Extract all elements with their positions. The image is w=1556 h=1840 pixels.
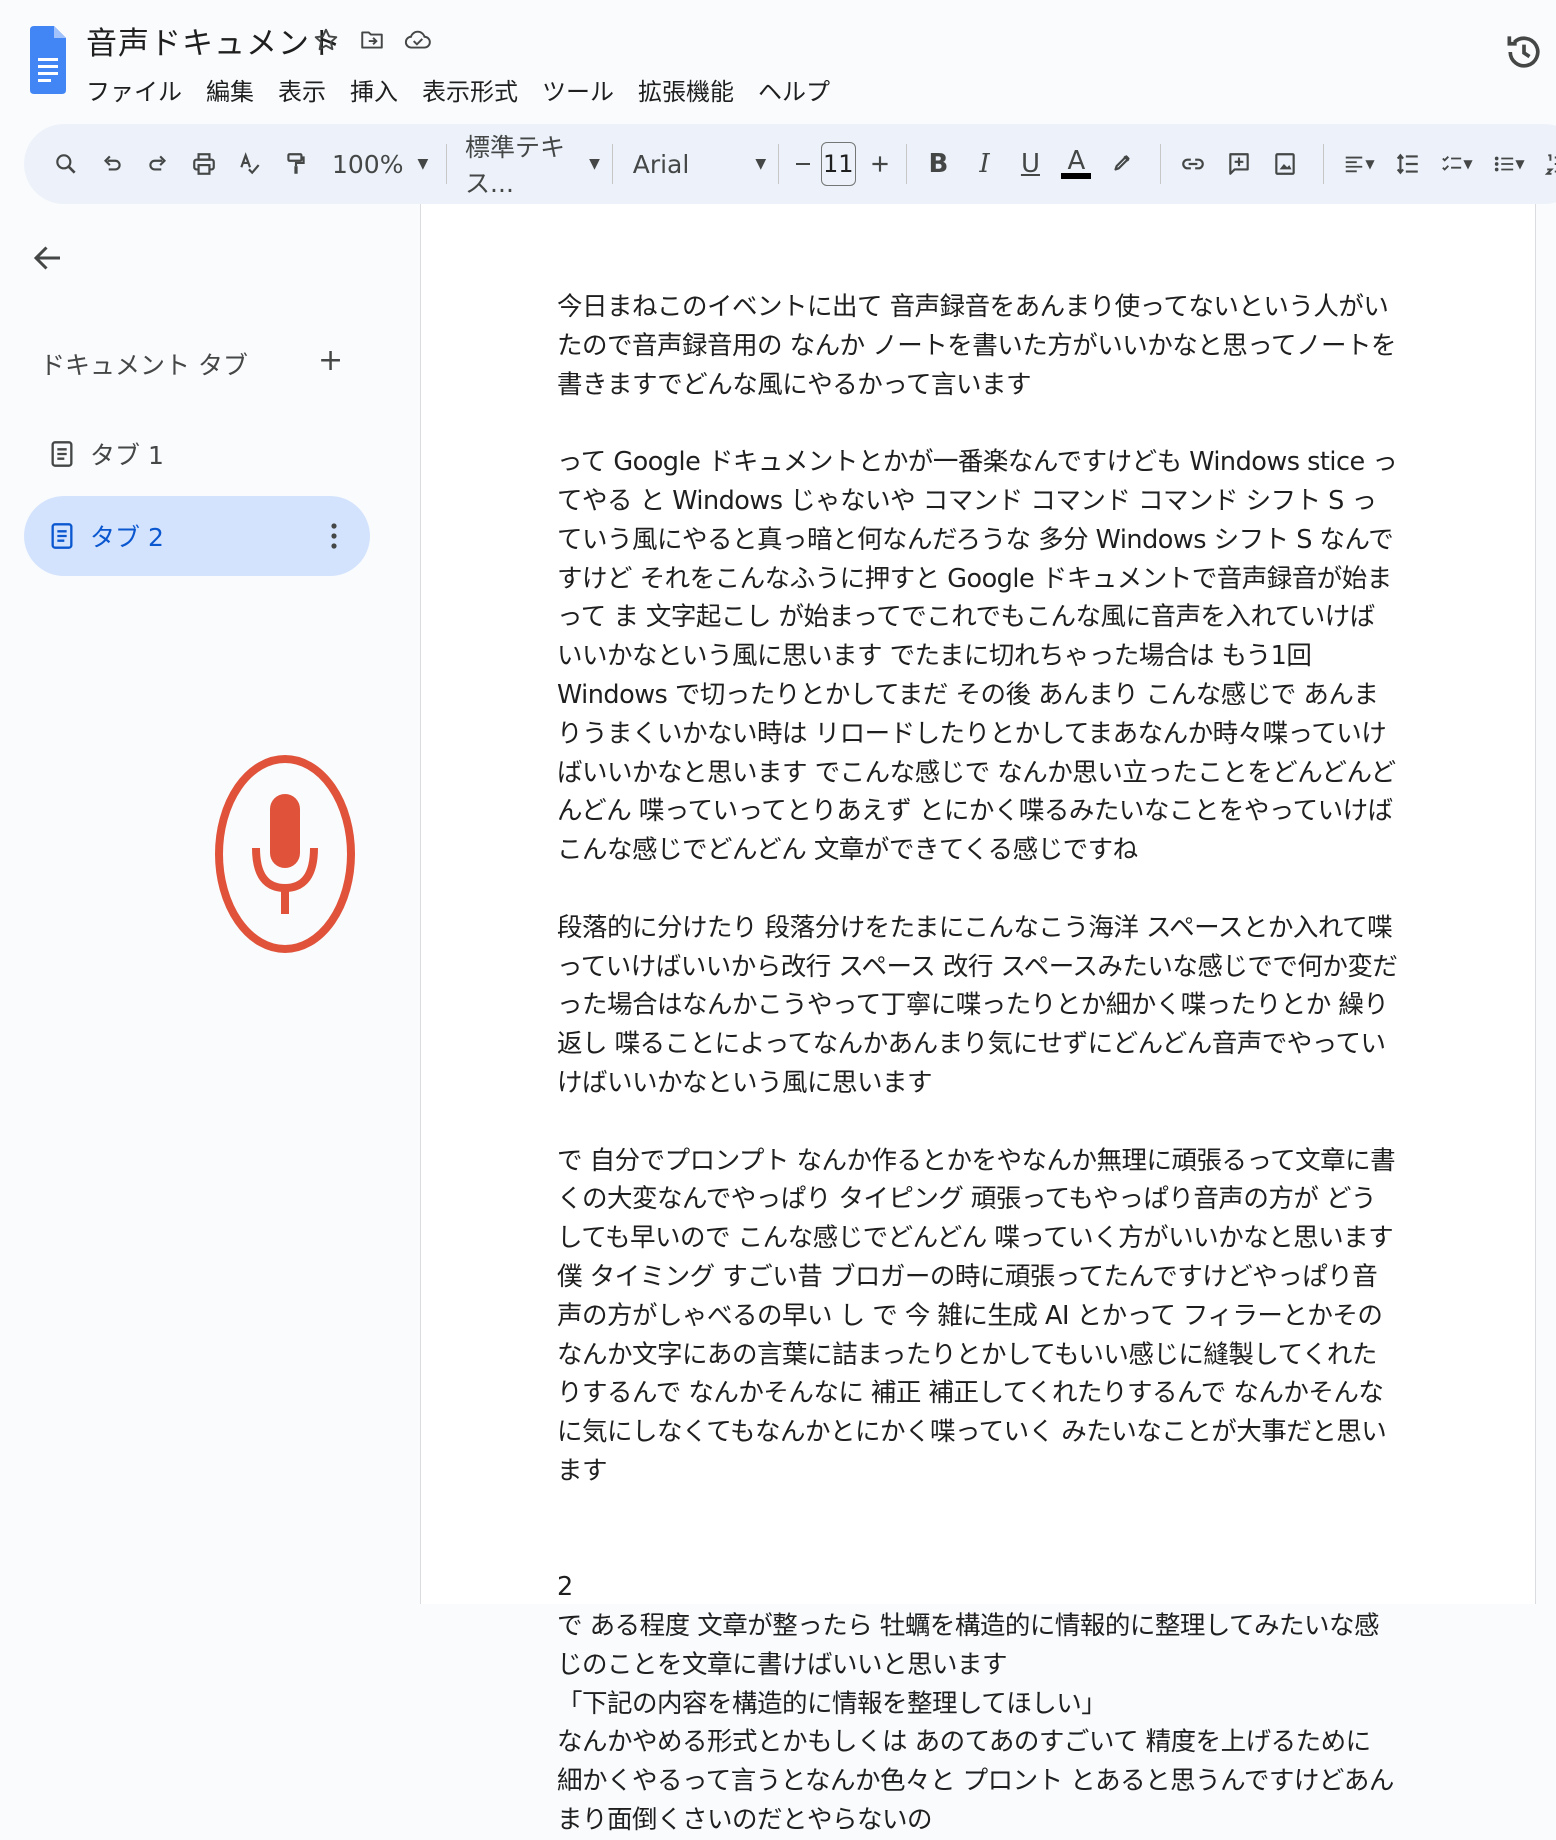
paragraph: って Google ドキュメントとかが一番楽なんですけども Windows st… bbox=[557, 447, 1398, 866]
docs-logo-icon[interactable] bbox=[28, 26, 66, 94]
paragraph: なんかやめる形式とかもしくは あのてあのすごいて 精度を上げるために 細かくやる… bbox=[557, 1727, 1394, 1836]
numbered-list-icon[interactable] bbox=[1538, 142, 1556, 186]
back-arrow-icon[interactable] bbox=[30, 240, 66, 276]
star-icon[interactable] bbox=[312, 26, 340, 54]
print-icon[interactable] bbox=[184, 142, 224, 186]
spellcheck-icon[interactable] bbox=[230, 142, 270, 186]
sidebar-tab-1[interactable]: タブ 1 bbox=[24, 414, 370, 494]
menu-help[interactable]: ヘルプ bbox=[758, 72, 830, 107]
chevron-down-icon: ▼ bbox=[755, 156, 767, 172]
menu-insert[interactable]: 挿入 bbox=[350, 72, 398, 107]
chevron-down-icon: ▼ bbox=[417, 156, 429, 172]
checklist-icon[interactable]: ▼ bbox=[1434, 142, 1480, 186]
document-body[interactable]: 今日まねこのイベントに出て 音声録音をあんまり使ってないという人がいたので音声録… bbox=[557, 288, 1399, 1840]
toolbar-divider bbox=[1323, 144, 1325, 184]
text-color-label: A bbox=[1067, 146, 1086, 176]
menu-tools[interactable]: ツール bbox=[542, 72, 614, 107]
insert-image-icon[interactable] bbox=[1265, 142, 1305, 186]
toolbar-divider bbox=[1160, 144, 1162, 184]
prompt-quote: 「下記の内容を構造的に情報を整理してほしい」 bbox=[557, 1688, 1107, 1719]
document-icon bbox=[51, 523, 73, 549]
add-tab-button[interactable]: + bbox=[318, 346, 343, 376]
font-select[interactable]: Arial ▼ bbox=[633, 150, 766, 179]
menu-bar: ファイル 編集 表示 挿入 表示形式 ツール 拡張機能 ヘルプ bbox=[86, 72, 830, 107]
toolbar-divider bbox=[905, 144, 907, 184]
sidebar-tab-2[interactable]: タブ 2 bbox=[24, 496, 370, 576]
zoom-select[interactable]: 100% ▼ bbox=[332, 150, 428, 179]
line-spacing-icon[interactable] bbox=[1388, 142, 1428, 186]
align-left-icon[interactable]: ▼ bbox=[1336, 142, 1382, 186]
bold-button[interactable]: B bbox=[918, 142, 958, 186]
insert-link-icon[interactable] bbox=[1173, 142, 1213, 186]
text-color-swatch bbox=[1061, 173, 1092, 179]
highlight-color-icon[interactable] bbox=[1102, 142, 1142, 186]
toolbar-divider bbox=[446, 144, 448, 184]
text-color-button[interactable]: A bbox=[1056, 142, 1096, 186]
document-icon bbox=[51, 441, 73, 467]
menu-view[interactable]: 表示 bbox=[278, 72, 326, 107]
toolbar-divider bbox=[611, 144, 613, 184]
tab-label: タブ 1 bbox=[90, 441, 164, 470]
style-select[interactable]: 標準テキス... ▼ bbox=[465, 128, 600, 200]
paragraph: 段落的に分けたり 段落分けをたまにこんなこう海洋 スペースとか入れて喋っていけば… bbox=[557, 912, 1398, 1098]
search-menus-icon[interactable] bbox=[46, 142, 86, 186]
redo-icon[interactable] bbox=[138, 142, 178, 186]
bulleted-list-icon[interactable]: ▼ bbox=[1486, 142, 1532, 186]
menu-extensions[interactable]: 拡張機能 bbox=[638, 72, 734, 107]
italic-button[interactable]: I bbox=[964, 142, 1004, 186]
chevron-down-icon: ▼ bbox=[589, 156, 600, 172]
style-value: 標準テキス... bbox=[465, 133, 566, 198]
toolbar: 100% ▼ 標準テキス... ▼ Arial ▼ 11 B I U A ▼ ▼… bbox=[24, 124, 1556, 204]
more-options-icon[interactable] bbox=[328, 518, 340, 554]
underline-button[interactable]: U bbox=[1010, 142, 1050, 186]
undo-icon[interactable] bbox=[92, 142, 132, 186]
document-title[interactable]: 音声ドキュメント bbox=[86, 18, 342, 63]
paragraph: で ある程度 文章が整ったら 牡蠣を構造的に情報的に整理してみたいな感じのことを… bbox=[557, 1611, 1380, 1680]
zoom-value: 100% bbox=[332, 149, 404, 179]
toolbar-divider bbox=[778, 144, 779, 184]
document-page[interactable]: 今日まねこのイベントに出て 音声録音をあんまり使ってないという人がいたので音声録… bbox=[420, 204, 1536, 1835]
paragraph-number: 2 bbox=[557, 1572, 573, 1603]
font-value: Arial bbox=[632, 149, 690, 179]
font-size-input[interactable]: 11 bbox=[820, 142, 856, 186]
tab-label: タブ 2 bbox=[90, 523, 164, 552]
menu-file[interactable]: ファイル bbox=[86, 72, 182, 107]
version-history-icon[interactable] bbox=[1502, 30, 1546, 74]
menu-edit[interactable]: 編集 bbox=[206, 72, 254, 107]
cloud-saved-icon[interactable] bbox=[404, 26, 432, 54]
menu-format[interactable]: 表示形式 bbox=[422, 72, 518, 107]
document-tabs-heading: ドキュメント タブ bbox=[40, 351, 248, 380]
increase-font-size-icon[interactable] bbox=[860, 142, 900, 186]
move-folder-icon[interactable] bbox=[358, 26, 386, 54]
add-comment-icon[interactable] bbox=[1219, 142, 1259, 186]
voice-typing-microphone-icon[interactable] bbox=[214, 754, 356, 954]
decrease-font-size-icon[interactable] bbox=[791, 142, 815, 186]
paint-format-icon[interactable] bbox=[276, 142, 316, 186]
paragraph: で 自分でプロンプト なんか作るとかをやなんか無理に頑張るって文章に書くの大変な… bbox=[557, 1145, 1396, 1486]
paragraph: 今日まねこのイベントに出て 音声録音をあんまり使ってないという人がいたので音声録… bbox=[557, 292, 1396, 400]
